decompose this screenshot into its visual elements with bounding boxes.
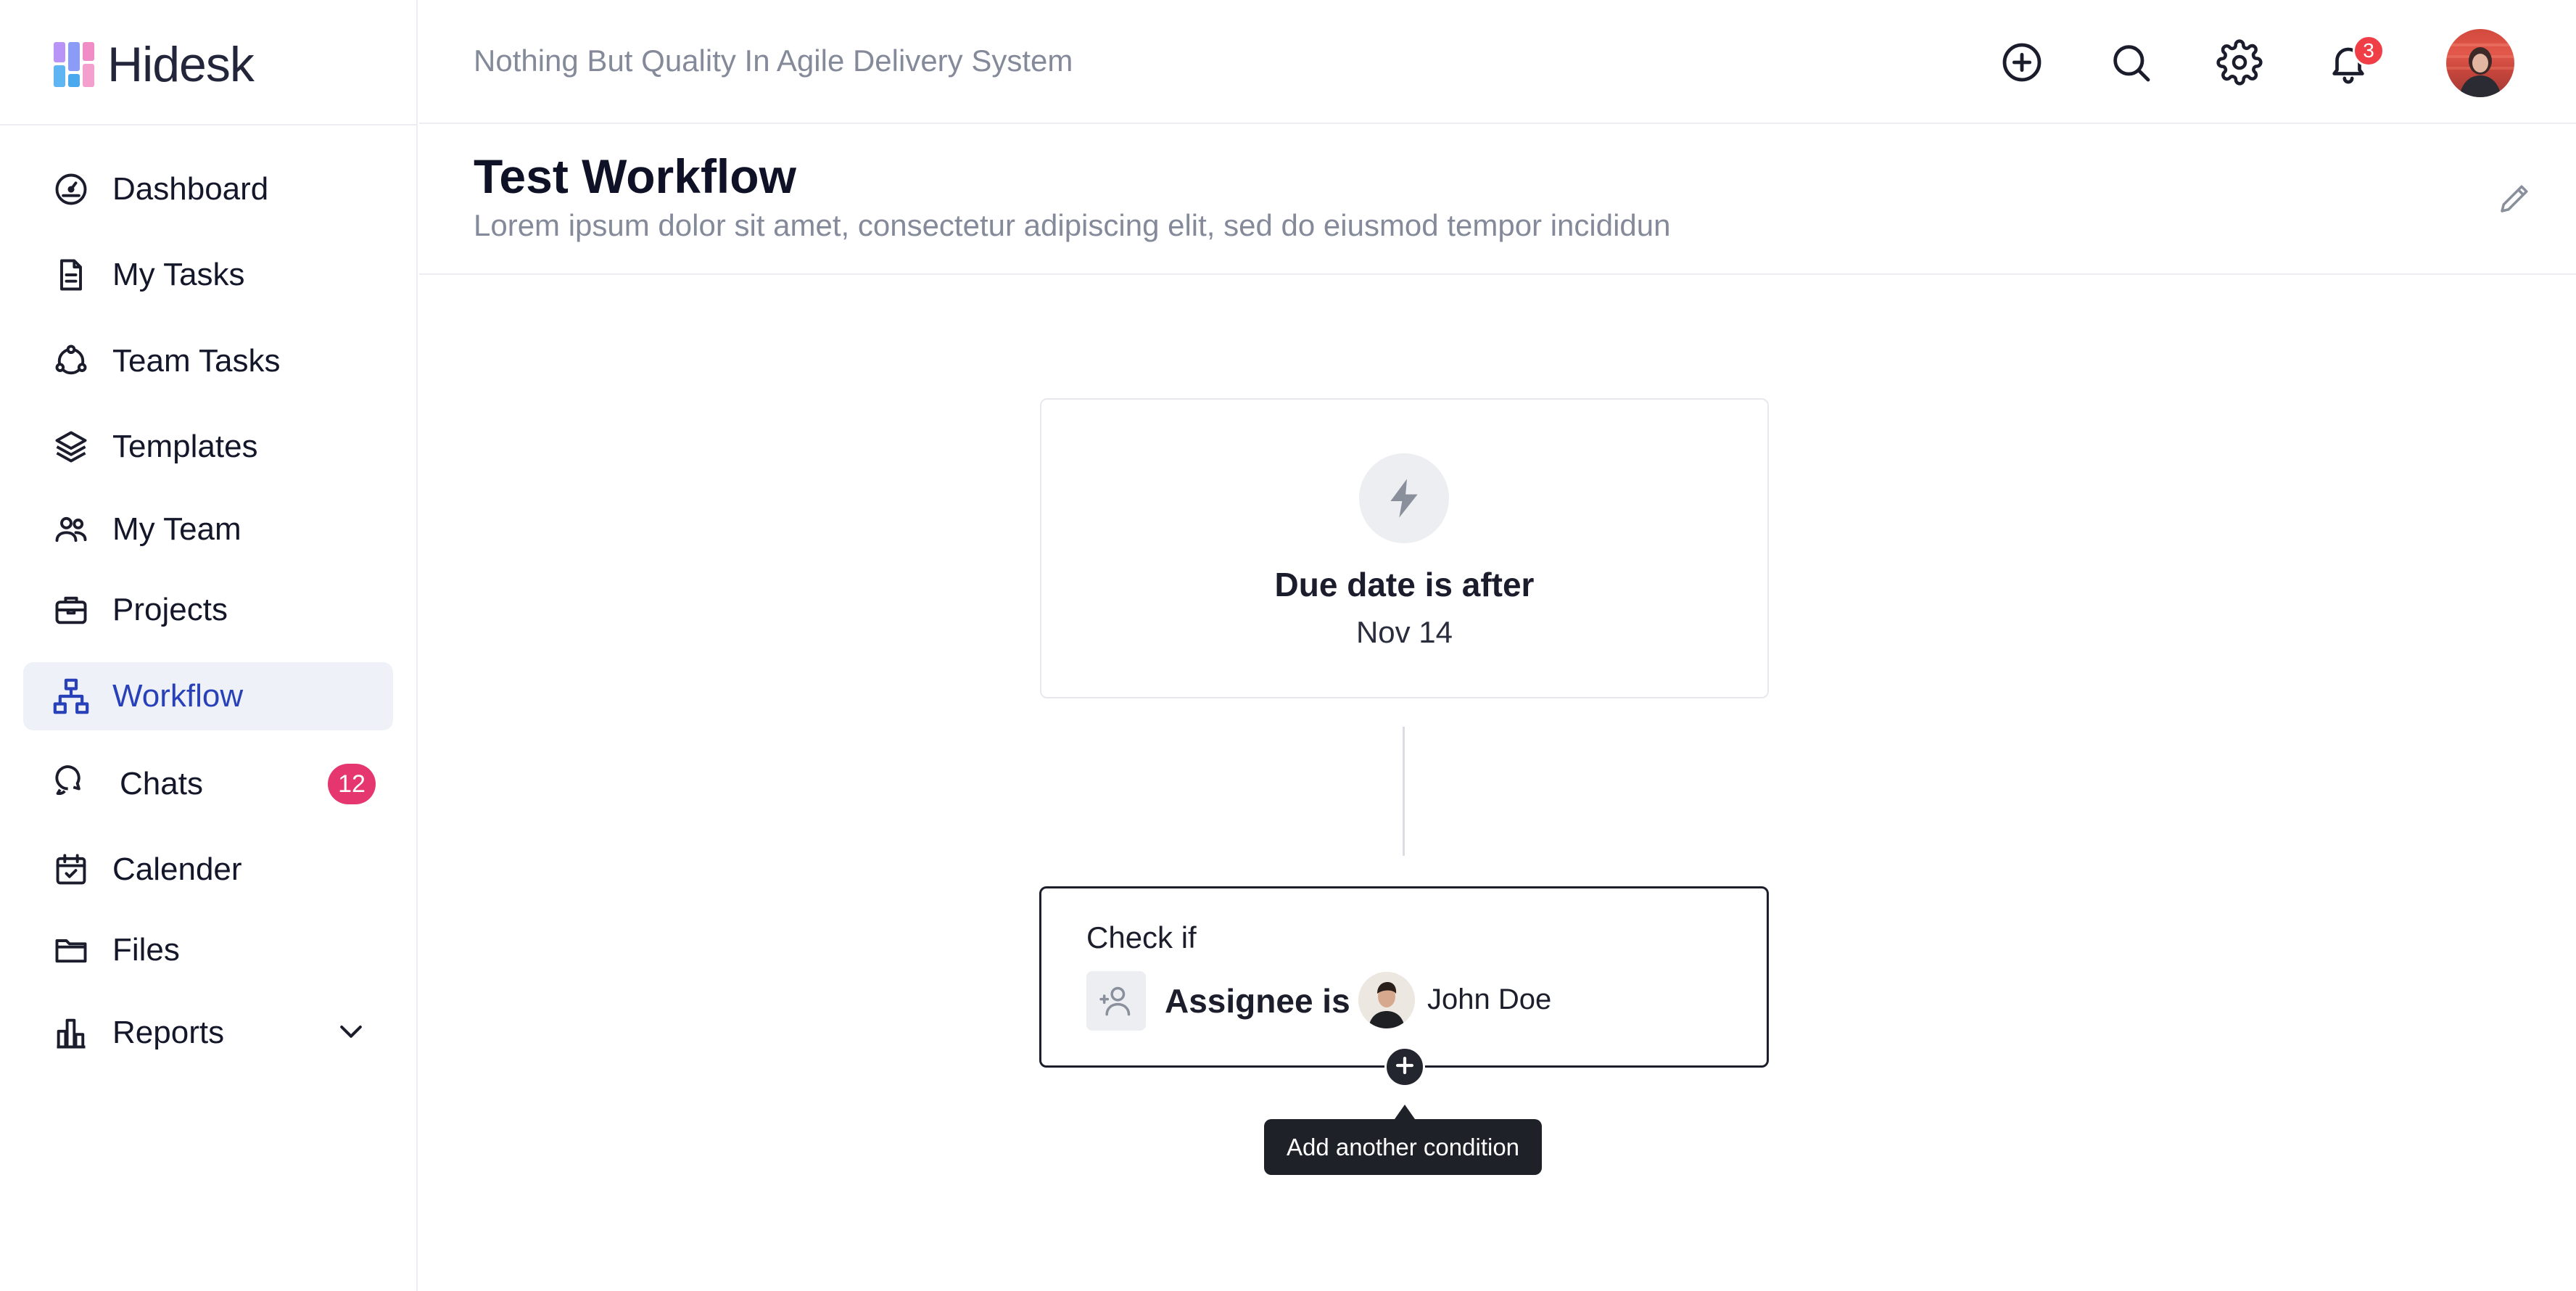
sidebar-item-calender[interactable]: Calender: [23, 836, 393, 904]
sidebar-item-label: Chats: [120, 766, 203, 801]
page-header: Test Workflow Lorem ipsum dolor sit amet…: [419, 125, 2576, 275]
trigger-value: Nov 14: [1355, 615, 1453, 649]
sidebar-item-my-team[interactable]: My Team: [23, 495, 393, 564]
sidebar-item-label: Projects: [112, 592, 228, 627]
sidebar-item-my-tasks[interactable]: My Tasks: [23, 241, 393, 309]
search-icon[interactable]: [2103, 35, 2158, 90]
assignee-avatar: [1358, 972, 1415, 1028]
brand-logo[interactable]: Hidesk: [54, 37, 255, 92]
brand-name: Hidesk: [107, 37, 255, 92]
sidebar-item-team-tasks[interactable]: Team Tasks: [23, 327, 393, 395]
sidebar-item-chats[interactable]: Chats 12: [23, 750, 393, 818]
users-icon: [51, 509, 91, 550]
bell-icon[interactable]: 3: [2321, 35, 2385, 90]
sidebar: Hidesk Dashboard My Tasks Team Tasks Tem…: [0, 0, 418, 1291]
sidebar-item-label: Calender: [112, 851, 242, 887]
condition-card[interactable]: Check if Assignee is John Doe: [1039, 886, 1769, 1068]
folder-icon: [51, 930, 91, 970]
header-tagline: Nothing But Quality In Agile Delivery Sy…: [474, 44, 1073, 78]
bar-chart-icon: [51, 1012, 91, 1053]
condition-value: John Doe: [1427, 983, 1552, 1015]
logo-mark-icon: [54, 42, 96, 87]
sidebar-item-label: Files: [112, 932, 180, 968]
condition-label: Check if: [1086, 920, 1197, 954]
sidebar-item-label: Reports: [112, 1015, 225, 1050]
bolt-icon: [1359, 453, 1449, 543]
add-condition-tooltip: Add another condition: [1264, 1119, 1542, 1175]
hierarchy-icon: [51, 676, 91, 717]
brand-divider: [0, 124, 418, 125]
user-avatar[interactable]: [2446, 29, 2514, 97]
team-cycle-icon: [51, 341, 91, 381]
dashboard-gauge-icon: [51, 169, 91, 210]
add-user-icon: [1086, 971, 1146, 1031]
gear-icon[interactable]: [2212, 35, 2267, 90]
condition-field: Assignee is: [1165, 982, 1350, 1020]
briefcase-icon: [51, 590, 91, 630]
document-icon: [51, 255, 91, 295]
notification-count-badge: 3: [2353, 35, 2385, 67]
plus-icon: [1392, 1053, 1417, 1081]
trigger-card[interactable]: Due date is after Nov 14: [1040, 398, 1769, 698]
add-condition-button[interactable]: [1384, 1047, 1425, 1087]
chevron-down-icon[interactable]: [335, 1015, 367, 1051]
tooltip-arrow: [1395, 1105, 1415, 1119]
sidebar-item-label: Dashboard: [112, 171, 269, 207]
chat-bubbles-icon: [51, 764, 91, 804]
sidebar-item-templates[interactable]: Templates: [23, 413, 393, 481]
flow-connector: [1403, 727, 1405, 856]
calendar-check-icon: [51, 849, 91, 890]
top-header: Nothing But Quality In Agile Delivery Sy…: [419, 0, 2576, 124]
trigger-title: Due date is after: [1274, 566, 1535, 603]
sidebar-item-workflow[interactable]: Workflow: [23, 662, 393, 730]
sidebar-item-label: Team Tasks: [112, 343, 281, 379]
sidebar-item-reports[interactable]: Reports: [23, 999, 393, 1067]
layers-icon: [51, 426, 91, 467]
edit-workflow-button[interactable]: [2492, 176, 2538, 223]
sidebar-item-label: Templates: [112, 429, 258, 464]
sidebar-item-files[interactable]: Files: [23, 916, 393, 984]
plus-circle-icon[interactable]: [1994, 35, 2049, 90]
unread-count-badge: 12: [328, 764, 376, 804]
sidebar-item-dashboard[interactable]: Dashboard: [23, 155, 393, 223]
page-description: Lorem ipsum dolor sit amet, consectetur …: [474, 208, 1671, 242]
pencil-icon: [2496, 178, 2535, 221]
sidebar-item-label: My Tasks: [112, 257, 245, 292]
page-title: Test Workflow: [474, 149, 796, 203]
sidebar-item-label: Workflow: [112, 678, 244, 714]
sidebar-item-label: My Team: [112, 511, 242, 547]
sidebar-item-projects[interactable]: Projects: [23, 576, 393, 644]
